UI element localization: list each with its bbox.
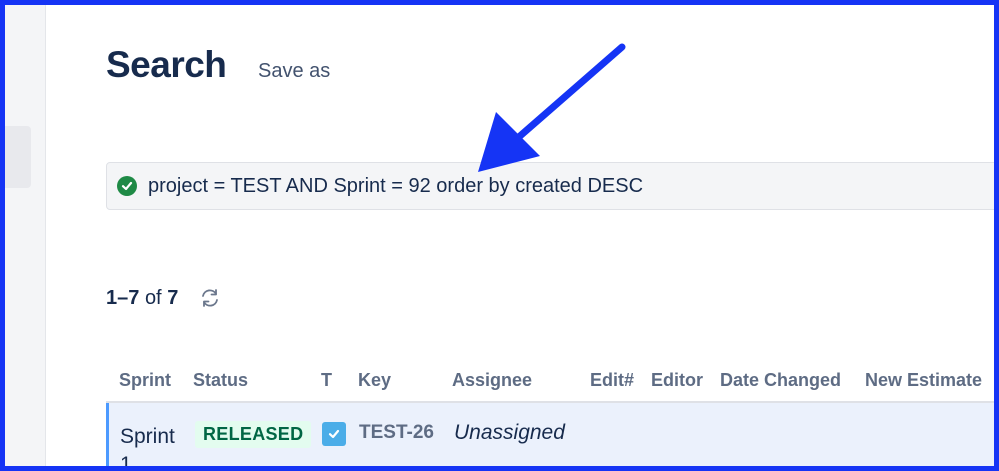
annotation-arrow xyxy=(478,43,626,172)
